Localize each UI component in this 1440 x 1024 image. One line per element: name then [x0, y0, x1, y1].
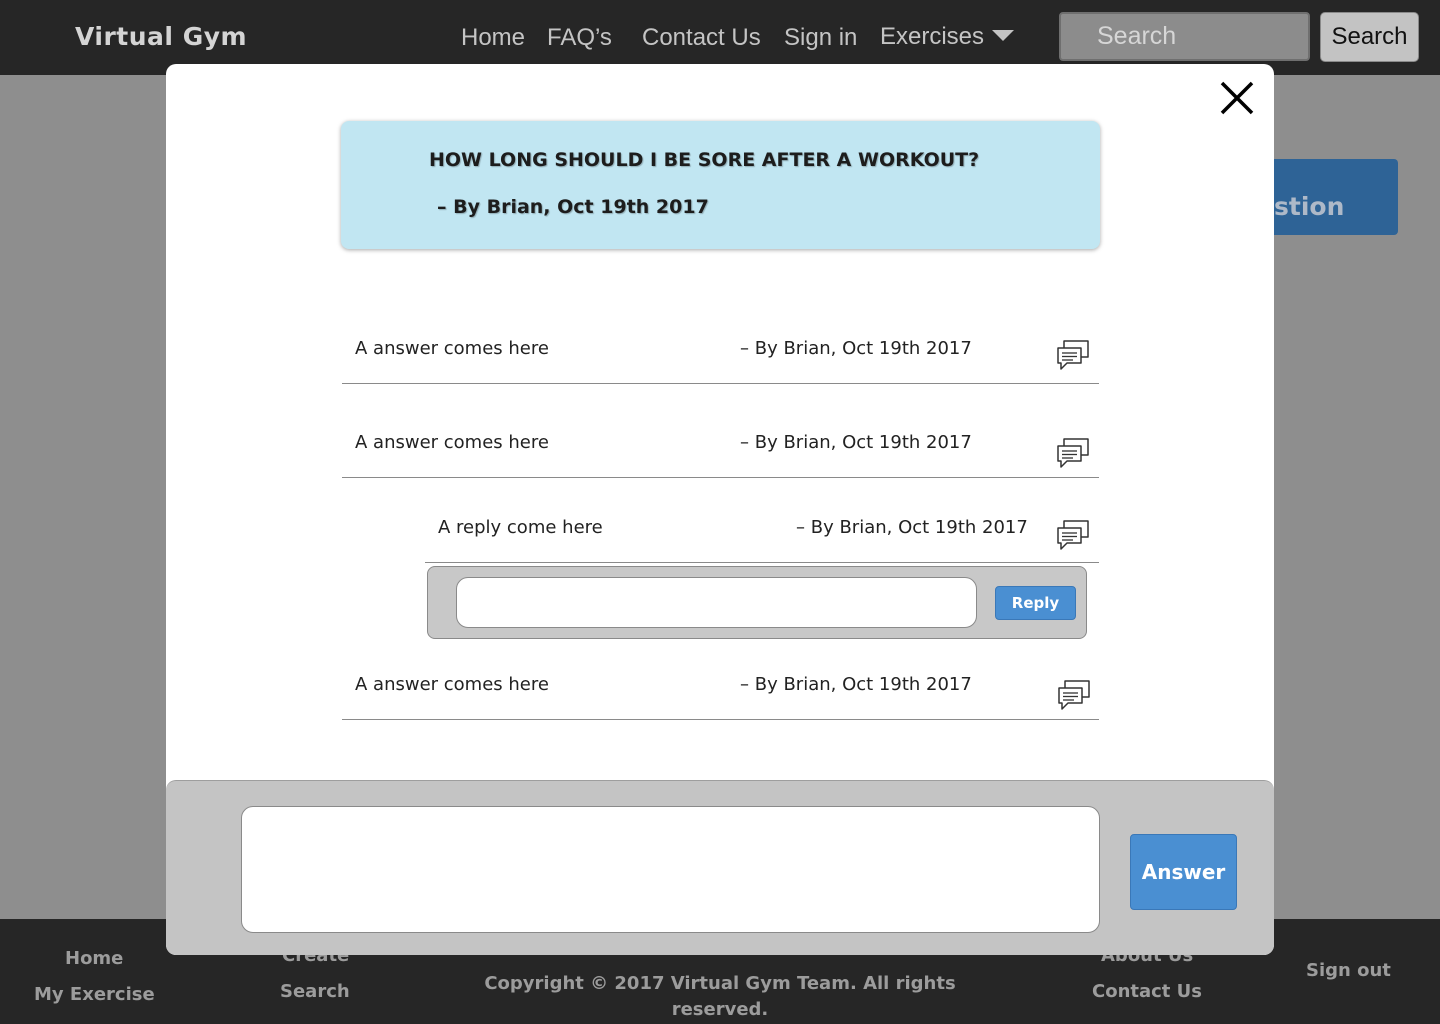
answer-meta: – By Brian, Oct 19th 2017 — [740, 432, 972, 453]
question-author: – By Brian, Oct 19th 2017 — [437, 196, 709, 218]
search-button[interactable]: Search — [1320, 12, 1419, 62]
question-modal: HOW LONG SHOULD I BE SORE AFTER A WORKOU… — [166, 64, 1274, 955]
answer-row: A answer comes here – By Brian, Oct 19th… — [342, 660, 1099, 720]
question-card: HOW LONG SHOULD I BE SORE AFTER A WORKOU… — [341, 121, 1100, 249]
footer-my-exercise-link[interactable]: My Exercise — [34, 984, 155, 1005]
close-icon[interactable] — [1219, 80, 1255, 116]
nav-exercises-dropdown[interactable]: Exercises — [880, 23, 1015, 51]
footer-contact-us-link[interactable]: Contact Us — [1092, 981, 1202, 1002]
brand-logo[interactable]: Virtual Gym — [75, 22, 247, 51]
nav-home[interactable]: Home — [461, 24, 525, 52]
reply-text: A reply come here — [438, 517, 603, 538]
nav-exercises-label: Exercises — [880, 23, 985, 50]
answer-text: A answer comes here — [355, 432, 549, 453]
copyright-text: Copyright © 2017 Virtual Gym Team. All r… — [484, 973, 956, 1020]
answer-panel: Answer — [166, 780, 1274, 955]
footer-search-link[interactable]: Search — [280, 981, 350, 1002]
reply-button[interactable]: Reply — [995, 586, 1076, 620]
answer-input[interactable] — [241, 806, 1100, 933]
search-input[interactable] — [1059, 12, 1310, 61]
reply-meta: – By Brian, Oct 19th 2017 — [796, 517, 1028, 538]
chat-bubbles-icon[interactable] — [1055, 437, 1091, 469]
reply-input[interactable] — [456, 577, 977, 628]
footer-sign-out-link[interactable]: Sign out — [1306, 960, 1391, 981]
nav-sign-in[interactable]: Sign in — [784, 24, 857, 52]
footer-home-link[interactable]: Home — [65, 948, 123, 969]
answer-row: A answer comes here – By Brian, Oct 19th… — [342, 324, 1099, 384]
caret-down-icon — [992, 30, 1015, 42]
reply-row: A reply come here – By Brian, Oct 19th 2… — [425, 503, 1099, 563]
chat-bubbles-icon[interactable] — [1055, 339, 1091, 371]
answer-text: A answer comes here — [355, 338, 549, 359]
reply-box: Reply — [427, 566, 1087, 639]
answer-meta: – By Brian, Oct 19th 2017 — [740, 338, 972, 359]
question-title: HOW LONG SHOULD I BE SORE AFTER A WORKOU… — [429, 149, 980, 171]
nav-contact-us[interactable]: Contact Us — [642, 24, 761, 52]
answer-text: A answer comes here — [355, 674, 549, 695]
answer-button[interactable]: Answer — [1130, 834, 1237, 910]
chat-bubbles-icon[interactable] — [1056, 679, 1092, 711]
chat-bubbles-icon[interactable] — [1055, 519, 1091, 551]
answer-meta: – By Brian, Oct 19th 2017 — [740, 674, 972, 695]
answer-row: A answer comes here – By Brian, Oct 19th… — [342, 418, 1099, 478]
nav-faqs[interactable]: FAQ’s — [547, 24, 612, 52]
